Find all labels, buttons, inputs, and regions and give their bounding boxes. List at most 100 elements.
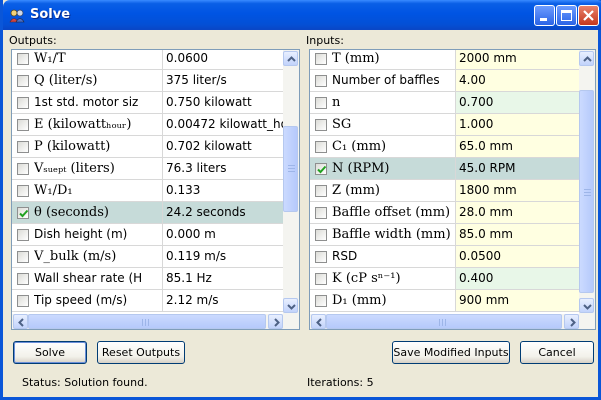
app-icon [9,9,25,23]
window-title: Solve [30,7,71,22]
inputs-scroll-thumb[interactable] [579,90,594,293]
inputs-scroll-right-button[interactable] [564,314,579,329]
inputs-row-checkbox[interactable] [315,163,327,175]
outputs-row-name: Wall shear rate (H [34,271,143,285]
inputs-row-name: Baffle width (mm) [332,227,451,242]
inputs-row-value[interactable]: 4.00 [456,70,579,91]
chevron-right-icon [570,318,576,327]
outputs-hscroll-thumb[interactable] [28,314,266,329]
outputs-row[interactable]: P (kilowatt) 0.702 kilowatt [12,136,283,158]
inputs-scroll-down-button[interactable] [579,298,594,313]
outputs-row-value: 0.702 kilowatt [166,139,252,153]
outputs-row[interactable]: Tip speed (m/s) 2.12 m/s [12,290,283,312]
minimize-button[interactable] [534,5,555,26]
inputs-row[interactable]: RSD 0.0500 [310,246,579,268]
inputs-row[interactable]: D₁ (mm) 900 mm [310,290,579,312]
inputs-row-value[interactable]: 1800 mm [456,180,579,201]
outputs-row[interactable]: Q (liter/s) 375 liter/s [12,70,283,92]
inputs-row-checkbox[interactable] [315,97,327,109]
inputs-row-checkbox[interactable] [315,141,327,153]
inputs-row[interactable]: n 0.700 [310,92,579,114]
outputs-row-checkbox[interactable] [17,273,29,285]
outputs-scroll-right-button[interactable] [268,314,283,329]
outputs-row[interactable]: E (kilowattₕₒᵤᵣ) 0.00472 kilowatt_ho [12,114,283,136]
outputs-row-checkbox[interactable] [17,163,29,175]
inputs-scroll-up-button[interactable] [579,51,594,66]
checkmark-icon [317,165,327,174]
inputs-row[interactable]: SG 1.000 [310,114,579,136]
inputs-grid[interactable]: T (mm) 2000 mm Number of baffles 4.00 n 0.700… [309,49,596,330]
inputs-row-name: RSD [332,249,358,263]
outputs-scroll-thumb[interactable] [283,126,298,212]
outputs-row-checkbox[interactable] [17,97,29,109]
outputs-grid[interactable]: W₁/T 0.0600 Q (liter/s) 375 liter/s 1st std.… [11,49,300,330]
inputs-row-value[interactable]: 45.0 RPM [456,158,579,179]
outputs-row-checkbox[interactable] [17,207,29,219]
inputs-row-checkbox[interactable] [315,75,327,87]
inputs-row-checkbox[interactable] [315,229,327,241]
outputs-row-value: 0.133 [166,183,201,197]
grip-line [445,319,446,326]
outputs-row[interactable]: θ (seconds) 24.2 seconds [12,202,283,224]
outputs-row-checkbox[interactable] [17,295,29,307]
chevron-right-icon [274,318,280,327]
inputs-row-checkbox[interactable] [315,251,327,263]
outputs-row-checkbox[interactable] [17,185,29,197]
maximize-button[interactable] [556,5,577,26]
outputs-scroll-up-button[interactable] [283,51,298,66]
inputs-row[interactable]: Baffle offset (mm) 28.0 mm [310,202,579,224]
outputs-scroll-left-button[interactable] [13,314,28,329]
inputs-row[interactable]: Number of baffles 4.00 [310,70,579,92]
inputs-row-value[interactable]: 65.0 mm [456,136,579,157]
inputs-row-checkbox[interactable] [315,185,327,197]
outputs-row-checkbox[interactable] [17,53,29,65]
outputs-row-checkbox[interactable] [17,251,29,263]
inputs-row-checkbox[interactable] [315,207,327,219]
inputs-row-value[interactable]: 1.000 [456,114,579,135]
inputs-row-value[interactable]: 2000 mm [456,50,579,69]
reset-outputs-button[interactable]: Reset Outputs [97,341,185,364]
inputs-row-value[interactable]: 900 mm [456,290,579,311]
inputs-row[interactable]: N (RPM) 45.0 RPM [310,158,579,180]
inputs-row[interactable]: Z (mm) 1800 mm [310,180,579,202]
inputs-hscroll-thumb[interactable] [326,314,562,329]
inputs-row-checkbox[interactable] [315,119,327,131]
outputs-horizontal-scrollbar[interactable] [12,314,299,329]
outputs-row[interactable]: V_bulk (m/s) 0.119 m/s [12,246,283,268]
inputs-row-value[interactable]: 28.0 mm [456,202,579,223]
outputs-row-checkbox[interactable] [17,229,29,241]
inputs-row-checkbox[interactable] [315,53,327,65]
inputs-vertical-scrollbar[interactable] [579,50,595,315]
outputs-row[interactable]: Wall shear rate (H 85.1 Hz [12,268,283,290]
inputs-row-value[interactable]: 0.400 [456,268,579,289]
inputs-row-value[interactable]: 0.700 [456,92,579,113]
inputs-horizontal-scrollbar[interactable] [310,314,595,329]
solve-button[interactable]: Solve [13,341,87,364]
outputs-row-checkbox[interactable] [17,75,29,87]
outputs-label: Outputs: [9,34,57,47]
inputs-row-value[interactable]: 0.0500 [456,246,579,267]
outputs-row-name: Tip speed (m/s) [34,293,128,307]
inputs-row[interactable]: C₁ (mm) 65.0 mm [310,136,579,158]
close-button[interactable] [578,5,599,26]
outputs-row-checkbox[interactable] [17,119,29,131]
inputs-row[interactable]: K (cP sⁿ⁻¹) 0.400 [310,268,579,290]
outputs-vertical-scrollbar[interactable] [283,50,299,315]
inputs-row-value[interactable]: 85.0 mm [456,224,579,245]
inputs-row-checkbox[interactable] [315,295,327,307]
inputs-row[interactable]: T (mm) 2000 mm [310,50,579,70]
outputs-row[interactable]: Vₛᵤₑₚₜ (liters) 76.3 liters [12,158,283,180]
outputs-scroll-down-button[interactable] [283,298,298,313]
cancel-button[interactable]: Cancel [520,341,594,364]
grip-line [584,195,591,196]
outputs-row[interactable]: W₁/T 0.0600 [12,50,283,70]
inputs-scroll-left-button[interactable] [311,314,326,329]
save-modified-inputs-button[interactable]: Save Modified Inputs [392,341,510,364]
outputs-row-checkbox[interactable] [17,141,29,153]
inputs-row[interactable]: Baffle width (mm) 85.0 mm [310,224,579,246]
outputs-row[interactable]: 1st std. motor siz 0.750 kilowatt [12,92,283,114]
title-bar[interactable]: Solve [3,0,601,30]
inputs-row-checkbox[interactable] [315,273,327,285]
outputs-row[interactable]: Dish height (m) 0.000 m [12,224,283,246]
outputs-row[interactable]: W₁/D₁ 0.133 [12,180,283,202]
